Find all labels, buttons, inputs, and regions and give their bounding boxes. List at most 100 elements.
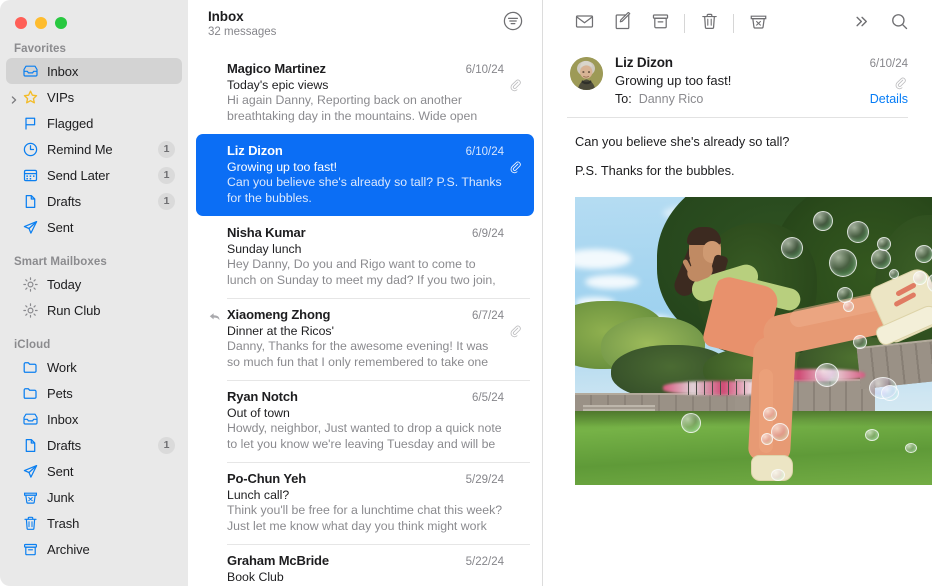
- sidebar-item-label: Remind Me: [47, 142, 113, 157]
- paperclip-icon: [509, 79, 522, 92]
- gear-icon: [22, 302, 39, 319]
- trash-icon: [700, 12, 719, 36]
- bubble: [853, 335, 867, 349]
- archive-button[interactable]: [641, 9, 679, 39]
- message-list[interactable]: Inbox 32 messages Magico Martinez 6/10/2…: [188, 0, 543, 586]
- message-subject: Book Club: [227, 570, 504, 584]
- details-link[interactable]: Details: [870, 92, 908, 106]
- sidebar-item-sent[interactable]: Sent: [6, 214, 182, 240]
- sidebar-item-work[interactable]: Work: [6, 354, 182, 380]
- sidebar-section-title: Smart Mailboxes: [0, 256, 188, 271]
- sidebar-item-icloud-drafts[interactable]: Drafts 1: [6, 432, 182, 458]
- message-sender: Liz Dizon: [227, 143, 460, 158]
- sidebar-item-remind-me[interactable]: Remind Me 1: [6, 136, 182, 162]
- message-list-item[interactable]: Xiaomeng Zhong 6/7/24 Dinner at the Rico…: [196, 298, 534, 380]
- message-subject: Dinner at the Ricos': [227, 324, 504, 338]
- sidebar-item-inbox[interactable]: Inbox: [6, 58, 182, 84]
- compose-button[interactable]: [603, 9, 641, 39]
- sidebar-item-label: Drafts: [47, 438, 81, 453]
- zoom-button[interactable]: [55, 17, 67, 29]
- sender-name: Liz Dizon: [615, 55, 673, 70]
- sidebar-item-label: Work: [47, 360, 77, 375]
- sidebar-item-pets[interactable]: Pets: [6, 380, 182, 406]
- body-paragraph: Can you believe she's already so tall?: [575, 133, 908, 151]
- sidebar-item-vips[interactable]: VIPs: [6, 84, 182, 110]
- message-list-item[interactable]: Ryan Notch 6/5/24 Out of town Howdy, nei…: [196, 380, 534, 462]
- window-controls[interactable]: [0, 8, 188, 29]
- star-icon: [22, 89, 39, 106]
- chevron-right-icon[interactable]: [9, 92, 19, 102]
- bubble: [829, 249, 857, 277]
- chevron-double-right-icon: [852, 12, 871, 36]
- message-list-item[interactable]: Nisha Kumar 6/9/24 Sunday lunch Hey Dann…: [196, 216, 534, 298]
- sidebar-item-label: Pets: [47, 386, 73, 401]
- calendar-icon: [22, 167, 39, 184]
- sidebar-section-title: Favorites: [0, 43, 188, 58]
- sidebar-item-archive[interactable]: Archive: [6, 536, 182, 562]
- sidebar-item-icloud-inbox[interactable]: Inbox: [6, 406, 182, 432]
- sidebar-item-junk[interactable]: Junk: [6, 484, 182, 510]
- unread-badge: 1: [158, 193, 175, 210]
- message-subject: Growing up too fast!: [615, 73, 908, 88]
- message-preview: Danny, Thanks for the awesome evening! I…: [227, 339, 504, 370]
- sidebar-item-label: Sent: [47, 220, 73, 235]
- sidebar-item-icloud-sent[interactable]: Sent: [6, 458, 182, 484]
- message-header-body: Liz Dizon 6/10/24 Growing up too fast! T…: [615, 55, 908, 106]
- more-button[interactable]: [842, 9, 880, 39]
- bubble: [813, 211, 833, 231]
- sidebar-item-run-club[interactable]: Run Club: [6, 297, 182, 323]
- flag-icon: [22, 115, 39, 132]
- sidebar-item-drafts[interactable]: Drafts 1: [6, 188, 182, 214]
- bubble: [881, 385, 899, 401]
- message-preview: Think you'll be free for a lunchtime cha…: [227, 503, 504, 534]
- sidebar-item-send-later[interactable]: Send Later 1: [6, 162, 182, 188]
- message-date: 6/10/24: [466, 146, 504, 158]
- sidebar-section-smart-mailboxes: Smart Mailboxes Today Run Club: [0, 256, 188, 323]
- delete-button[interactable]: [690, 9, 728, 39]
- reading-pane: Liz Dizon 6/10/24 Growing up too fast! T…: [543, 0, 932, 586]
- minimize-button[interactable]: [35, 17, 47, 29]
- mail-window: Favorites Inbox VIPs F: [0, 0, 932, 586]
- message-date: 6/9/24: [472, 228, 504, 240]
- message-subject: Lunch call?: [227, 488, 504, 502]
- archive-icon: [651, 12, 670, 36]
- message-list-item[interactable]: Graham McBride 5/22/24 Book Club Are you…: [196, 544, 534, 586]
- message-sender: Po-Chun Yeh: [227, 471, 460, 486]
- filter-icon[interactable]: [501, 9, 525, 33]
- unread-badge: 1: [158, 167, 175, 184]
- send-icon: [22, 463, 39, 480]
- junk-icon: [22, 489, 39, 506]
- inbox-icon: [22, 411, 39, 428]
- bubble: [771, 469, 785, 481]
- sidebar-item-trash[interactable]: Trash: [6, 510, 182, 536]
- message-preview: Can you believe she's already so tall? P…: [227, 175, 504, 206]
- message-list-item-selected[interactable]: Liz Dizon 6/10/24 Growing up too fast! C…: [196, 134, 534, 216]
- sidebar-item-label: Flagged: [47, 116, 93, 131]
- sidebar-item-label: Junk: [47, 490, 74, 505]
- message-subject: Sunday lunch: [227, 242, 504, 256]
- trash-icon: [22, 515, 39, 532]
- bubble: [871, 249, 891, 269]
- bubble: [913, 271, 927, 285]
- attached-photo[interactable]: [575, 197, 932, 485]
- toolbar-divider: [684, 14, 685, 33]
- sidebar-section-icloud: iCloud Work Pets Inbox: [0, 339, 188, 562]
- sidebar-item-flagged[interactable]: Flagged: [6, 110, 182, 136]
- mark-unread-button[interactable]: [565, 9, 603, 39]
- sidebar-item-label: Run Club: [47, 303, 100, 318]
- bubble: [681, 413, 701, 433]
- unread-badge: 1: [158, 437, 175, 454]
- folder-icon: [22, 359, 39, 376]
- message-preview: Howdy, neighbor, Just wanted to drop a q…: [227, 421, 504, 452]
- sidebar-item-label: Send Later: [47, 168, 110, 183]
- sidebar-item-today[interactable]: Today: [6, 271, 182, 297]
- search-button[interactable]: [880, 9, 918, 39]
- close-button[interactable]: [15, 17, 27, 29]
- sidebar: Favorites Inbox VIPs F: [0, 0, 188, 586]
- message-list-item[interactable]: Magico Martinez 6/10/24 Today's epic vie…: [196, 52, 534, 134]
- message-list-item[interactable]: Po-Chun Yeh 5/29/24 Lunch call? Think yo…: [196, 462, 534, 544]
- junk-button[interactable]: [739, 9, 777, 39]
- message-date: 5/22/24: [466, 556, 504, 568]
- message-sender: Magico Martinez: [227, 61, 460, 76]
- document-icon: [22, 437, 39, 454]
